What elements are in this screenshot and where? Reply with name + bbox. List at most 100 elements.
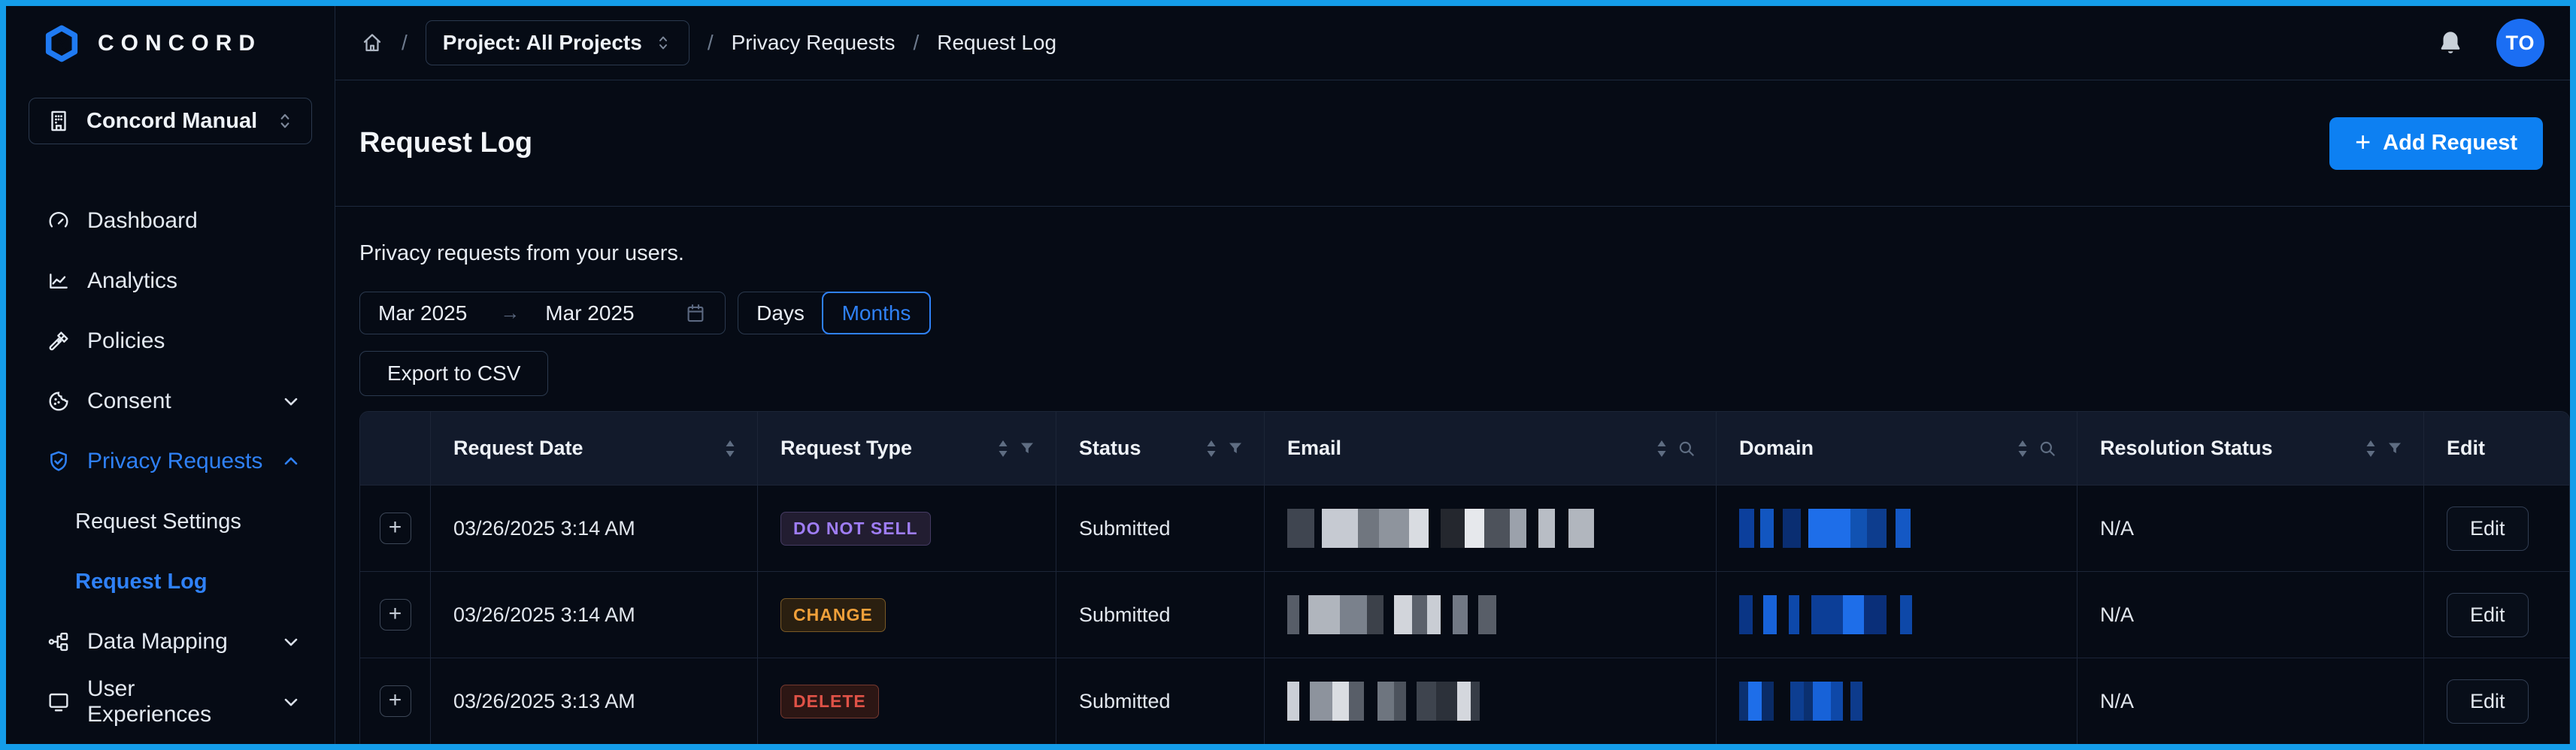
filter-icon[interactable] <box>1226 440 1244 458</box>
calendar-icon <box>684 302 707 325</box>
gavel-icon <box>47 329 71 353</box>
sidebar-item-analytics[interactable]: Analytics <box>29 251 312 311</box>
page-title: Request Log <box>359 127 532 159</box>
edit-button[interactable]: Edit <box>2447 593 2529 637</box>
cell-status: Submitted <box>1056 572 1265 658</box>
select-updown-icon <box>654 34 672 52</box>
sidebar-item-consent[interactable]: Consent <box>29 371 312 431</box>
cell-status: Submitted <box>1056 658 1265 744</box>
redacted-domain <box>1739 509 1911 548</box>
edit-button[interactable]: Edit <box>2447 679 2529 724</box>
edit-button[interactable]: Edit <box>2447 507 2529 551</box>
column-label: Email <box>1287 437 1341 460</box>
data-nodes-icon <box>47 630 71 654</box>
column-header-status[interactable]: Status <box>1056 412 1265 485</box>
cell-email <box>1265 485 1717 571</box>
filter-controls: Mar 2025 → Mar 2025 Days Months <box>359 292 2570 334</box>
request-date: 03/26/2025 3:14 AM <box>453 603 635 627</box>
column-header-email[interactable]: Email <box>1265 412 1717 485</box>
column-label: Status <box>1079 437 1141 460</box>
user-avatar[interactable]: TO <box>2496 19 2544 67</box>
sidebar-item-user-experiences[interactable]: User Experiences <box>29 672 312 732</box>
cell-request-type: DELETE <box>758 658 1056 744</box>
notifications-bell-icon[interactable] <box>2436 28 2465 58</box>
sidebar: CONCORD Concord Manual ... <box>6 6 335 744</box>
column-label: Resolution Status <box>2100 437 2273 460</box>
resolution-text: N/A <box>2100 690 2134 713</box>
column-header-resolution-status[interactable]: Resolution Status <box>2077 412 2424 485</box>
sidebar-item-data-mapping[interactable]: Data Mapping <box>29 612 312 672</box>
expand-column-header <box>360 412 431 485</box>
sidebar-item-policies[interactable]: Policies <box>29 311 312 371</box>
breadcrumb-privacy-requests[interactable]: Privacy Requests <box>732 31 896 55</box>
export-csv-button[interactable]: Export to CSV <box>359 351 548 396</box>
plus-icon: + <box>2355 129 2371 156</box>
toggle-days[interactable]: Days <box>738 292 823 334</box>
toggle-months[interactable]: Months <box>822 292 931 334</box>
sort-icon[interactable] <box>1654 438 1669 459</box>
cell-domain <box>1717 485 2077 571</box>
expand-row-button[interactable]: + <box>380 599 411 631</box>
request-log-table: Request Date Request Type Status <box>359 411 2570 744</box>
topbar-actions: TO <box>2436 19 2544 67</box>
column-label: Request Type <box>780 437 912 460</box>
cell-resolution-status: N/A <box>2077 658 2424 744</box>
column-header-edit: Edit <box>2424 412 2569 485</box>
sidebar-item-privacy-requests[interactable]: Privacy Requests <box>29 431 312 491</box>
project-selector[interactable]: Project: All Projects <box>426 20 689 65</box>
date-range-picker[interactable]: Mar 2025 → Mar 2025 <box>359 292 726 334</box>
table-row: + 03/26/2025 3:14 AM CHANGE Submitted N/… <box>360 571 2569 658</box>
filter-icon[interactable] <box>1018 440 1036 458</box>
shield-check-icon <box>47 449 71 473</box>
breadcrumb-separator: / <box>913 31 919 55</box>
breadcrumb-request-log[interactable]: Request Log <box>937 31 1056 55</box>
chevron-up-icon <box>280 451 302 472</box>
page-content: Privacy requests from your users. Mar 20… <box>335 207 2570 744</box>
column-label: Edit <box>2447 437 2485 460</box>
organization-selector[interactable]: Concord Manual ... <box>29 98 312 144</box>
table-row: + 03/26/2025 3:14 AM DO NOT SELL Submitt… <box>360 485 2569 571</box>
concord-logo-icon <box>42 24 81 63</box>
date-range-end: Mar 2025 <box>545 301 634 325</box>
status-text: Submitted <box>1079 690 1171 713</box>
sidebar-item-request-log[interactable]: Request Log <box>29 552 312 612</box>
sort-icon[interactable] <box>1204 438 1219 459</box>
expand-row-button[interactable]: + <box>380 513 411 544</box>
expand-row-button[interactable]: + <box>380 685 411 717</box>
sort-icon[interactable] <box>2015 438 2030 459</box>
filter-icon[interactable] <box>2386 440 2404 458</box>
add-request-button[interactable]: + Add Request <box>2329 117 2543 170</box>
sidebar-item-request-settings[interactable]: Request Settings <box>29 491 312 552</box>
sidebar-item-label: Consent <box>87 389 171 414</box>
sidebar-item-dashboard[interactable]: Dashboard <box>29 191 312 251</box>
sort-icon[interactable] <box>2363 438 2378 459</box>
home-icon[interactable] <box>361 32 383 54</box>
column-header-domain[interactable]: Domain <box>1717 412 2077 485</box>
sidebar-item-label: User Experiences <box>87 676 264 727</box>
sidebar-item-label: Dashboard <box>87 208 198 234</box>
redacted-email <box>1287 682 1480 721</box>
sort-icon[interactable] <box>996 438 1011 459</box>
cell-request-type: CHANGE <box>758 572 1056 658</box>
chevron-down-icon <box>280 391 302 412</box>
breadcrumb-separator: / <box>708 31 714 55</box>
chevron-down-icon <box>280 691 302 712</box>
column-header-request-type[interactable]: Request Type <box>758 412 1056 485</box>
request-type-badge: CHANGE <box>780 598 886 632</box>
gauge-icon <box>47 209 71 233</box>
sidebar-nav: Dashboard Analytics Poli <box>29 191 312 732</box>
app-frame: CONCORD Concord Manual ... <box>0 0 2576 750</box>
search-icon[interactable] <box>2038 439 2057 458</box>
brand-logo: CONCORD <box>29 6 312 80</box>
sort-icon[interactable] <box>723 438 738 459</box>
cell-domain <box>1717 572 2077 658</box>
search-icon[interactable] <box>1677 439 1696 458</box>
add-request-label: Add Request <box>2383 131 2517 156</box>
request-date: 03/26/2025 3:13 AM <box>453 690 635 713</box>
cell-request-date: 03/26/2025 3:14 AM <box>431 485 758 571</box>
table-row: + 03/26/2025 3:13 AM DELETE Submitted N/… <box>360 658 2569 744</box>
main-area: / Project: All Projects / Privacy Reques… <box>335 6 2570 744</box>
cell-email <box>1265 572 1717 658</box>
column-header-request-date[interactable]: Request Date <box>431 412 758 485</box>
column-label: Request Date <box>453 437 583 460</box>
